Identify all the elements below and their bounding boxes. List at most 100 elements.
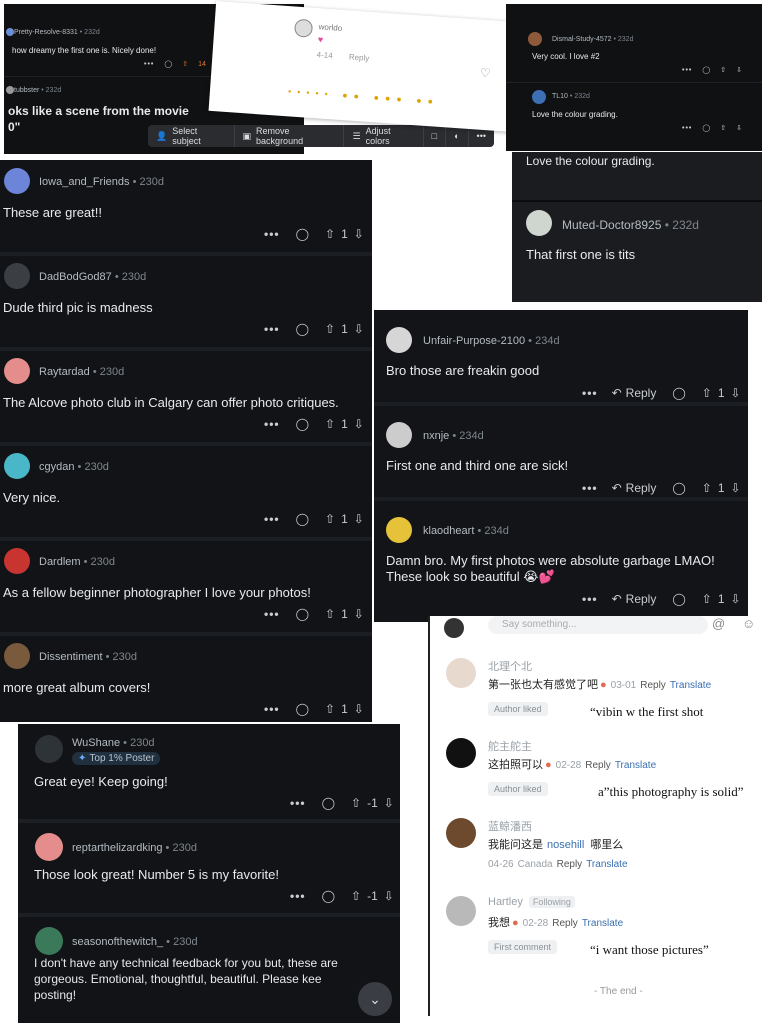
- upvote-icon[interactable]: ⇧: [325, 512, 335, 526]
- downvote-icon[interactable]: ⇩: [384, 796, 394, 810]
- award-icon[interactable]: ◯: [672, 592, 685, 606]
- downvote-icon[interactable]: ⇩: [354, 512, 364, 526]
- comment-username[interactable]: Unfair-Purpose-2100: [423, 335, 525, 347]
- comment-username[interactable]: DadBodGod87: [39, 271, 112, 283]
- upvote-icon[interactable]: ⇧: [351, 889, 361, 903]
- award-icon[interactable]: ◯: [164, 60, 172, 68]
- comment-username[interactable]: tubbster: [14, 87, 39, 94]
- comment-username[interactable]: Hartley: [488, 896, 523, 908]
- award-icon[interactable]: ◯: [322, 889, 335, 903]
- award-icon[interactable]: ◯: [296, 512, 309, 526]
- award-icon[interactable]: ◯: [296, 702, 309, 716]
- more-options-icon[interactable]: •••: [264, 227, 280, 241]
- upvote-icon[interactable]: ⇧: [325, 607, 335, 621]
- downvote-icon[interactable]: ⇩: [731, 592, 741, 606]
- scroll-down-button[interactable]: ⌄: [358, 982, 392, 1016]
- upvote-icon[interactable]: ⇧: [702, 592, 712, 606]
- select-subject-button[interactable]: 👤 Select subject: [148, 125, 235, 147]
- more-options-icon[interactable]: •••: [582, 386, 598, 400]
- upvote-icon[interactable]: ⇧: [325, 702, 335, 716]
- award-icon[interactable]: ◯: [702, 124, 710, 132]
- upvote-icon[interactable]: ⇧: [720, 66, 726, 74]
- upvote-icon[interactable]: ⇧: [702, 481, 712, 495]
- downvote-icon[interactable]: ⇩: [354, 322, 364, 336]
- reply-link[interactable]: Reply: [557, 859, 583, 870]
- upvote-icon[interactable]: ⇧: [325, 417, 335, 431]
- comment-username[interactable]: WuShane: [72, 737, 120, 749]
- crop-icon[interactable]: □: [424, 125, 447, 147]
- comment-username[interactable]: 舵主舵主: [488, 741, 532, 753]
- more-options-icon[interactable]: •••: [582, 592, 598, 606]
- downvote-icon[interactable]: ⇩: [354, 607, 364, 621]
- downvote-icon[interactable]: ⇩: [736, 124, 742, 132]
- upvote-icon[interactable]: ⇧: [325, 227, 335, 241]
- downvote-icon[interactable]: ⇩: [731, 386, 741, 400]
- reply-link[interactable]: Reply: [585, 760, 611, 771]
- upvote-icon[interactable]: ⇧: [351, 796, 361, 810]
- downvote-icon[interactable]: ⇩: [736, 66, 742, 74]
- comment-username[interactable]: Muted-Doctor8925: [562, 218, 661, 232]
- popup-username[interactable]: worldo: [318, 22, 342, 33]
- more-options-icon[interactable]: •••: [144, 61, 154, 68]
- comment-username[interactable]: Pretty-Resolve-8331: [14, 29, 78, 36]
- comment-username[interactable]: Dissentiment: [39, 651, 103, 663]
- reply-button[interactable]: ↶ Reply: [612, 386, 657, 400]
- translate-link[interactable]: Translate: [586, 859, 627, 870]
- more-options-icon[interactable]: •••: [264, 322, 280, 336]
- reply-button[interactable]: ↶ Reply: [612, 481, 657, 495]
- comment-username[interactable]: 蓝鲸潘西: [488, 821, 532, 833]
- comment-username[interactable]: nxnje: [423, 430, 449, 442]
- mention-icon[interactable]: @: [712, 616, 725, 631]
- reply-button[interactable]: ↶ Reply: [612, 592, 657, 606]
- downvote-icon[interactable]: ⇩: [354, 702, 364, 716]
- downvote-icon[interactable]: ⇩: [384, 889, 394, 903]
- like-icon[interactable]: ♡: [479, 66, 491, 81]
- adjust-colors-button[interactable]: ☰ Adjust colors: [344, 125, 424, 147]
- upvote-icon[interactable]: ⇧: [325, 322, 335, 336]
- comment-username[interactable]: Iowa_and_Friends: [39, 176, 130, 188]
- more-options-icon[interactable]: •••: [582, 481, 598, 495]
- comment-username[interactable]: Raytardad: [39, 366, 90, 378]
- comment-username[interactable]: Dismal-Study-4572: [552, 36, 612, 43]
- upvote-icon[interactable]: ⇧: [182, 60, 188, 68]
- more-options-icon[interactable]: •••: [264, 607, 280, 621]
- more-options-icon[interactable]: •••: [290, 889, 306, 903]
- comment-input[interactable]: Say something...: [488, 616, 708, 634]
- comment-username[interactable]: TL10: [552, 93, 568, 100]
- location-mention[interactable]: nosehill: [547, 839, 584, 851]
- comment-username[interactable]: reptarthelizardking: [72, 842, 163, 854]
- award-icon[interactable]: ◯: [672, 481, 685, 495]
- award-icon[interactable]: ◯: [296, 227, 309, 241]
- upvote-icon[interactable]: ⇧: [702, 386, 712, 400]
- remove-background-button[interactable]: ▣ Remove background: [235, 125, 345, 147]
- reply-link[interactable]: Reply: [349, 52, 370, 62]
- more-options-icon[interactable]: •••: [264, 417, 280, 431]
- more-options-icon[interactable]: •••: [264, 702, 280, 716]
- award-icon[interactable]: ◯: [296, 417, 309, 431]
- translate-link[interactable]: Translate: [615, 760, 656, 771]
- translate-link[interactable]: Translate: [582, 918, 623, 929]
- award-icon[interactable]: ◯: [296, 607, 309, 621]
- award-icon[interactable]: ◯: [672, 386, 685, 400]
- more-options-icon[interactable]: •••: [290, 796, 306, 810]
- more-options-icon[interactable]: •••: [264, 512, 280, 526]
- translate-link[interactable]: Translate: [670, 680, 711, 691]
- award-icon[interactable]: ◯: [702, 66, 710, 74]
- award-icon[interactable]: ◯: [322, 796, 335, 810]
- downvote-icon[interactable]: ⇩: [354, 227, 364, 241]
- reply-link[interactable]: Reply: [552, 918, 578, 929]
- comment-username[interactable]: cgydan: [39, 461, 74, 473]
- comment-username[interactable]: klaodheart: [423, 525, 474, 537]
- upvote-icon[interactable]: ⇧: [720, 124, 726, 132]
- downvote-icon[interactable]: ⇩: [731, 481, 741, 495]
- emoji-icon[interactable]: ☺: [742, 616, 755, 631]
- comment-username[interactable]: 北理个北: [488, 661, 532, 673]
- award-icon[interactable]: ◯: [296, 322, 309, 336]
- comment-username[interactable]: Dardlem: [39, 556, 81, 568]
- more-options-icon[interactable]: •••: [682, 125, 692, 132]
- reply-link[interactable]: Reply: [640, 680, 666, 691]
- comment-username[interactable]: seasonofthewitch_: [72, 936, 163, 948]
- downvote-icon[interactable]: ⇩: [354, 417, 364, 431]
- more-options-icon[interactable]: •••: [682, 67, 692, 74]
- following-badge[interactable]: Following: [528, 896, 575, 908]
